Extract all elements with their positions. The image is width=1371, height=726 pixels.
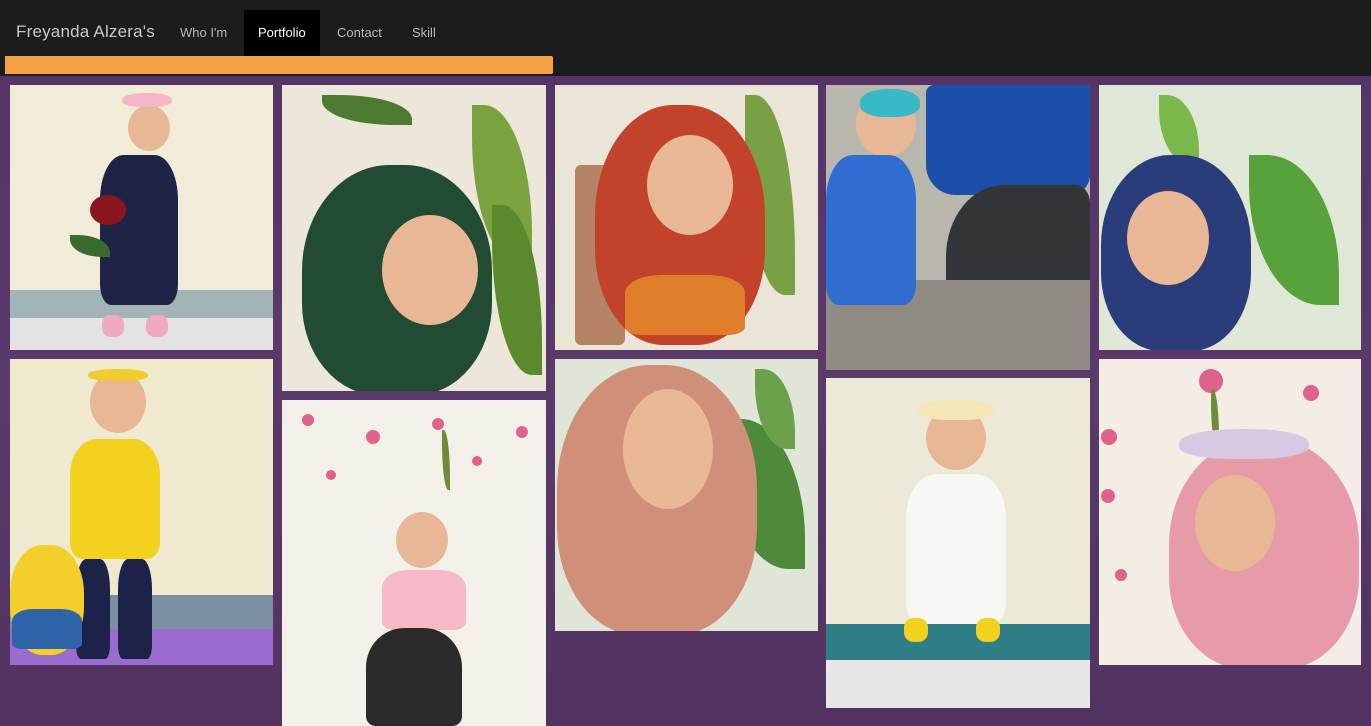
gallery-top-border: [0, 76, 1371, 84]
photo-baby-floral-hijab[interactable]: [1099, 85, 1361, 350]
photo-baby-yellow-jersey[interactable]: [10, 359, 273, 665]
photo-baby-motorcycle[interactable]: [826, 85, 1090, 370]
photo-baby-white-outfit[interactable]: [826, 378, 1090, 708]
nav-who-im[interactable]: Who I'm: [166, 10, 241, 56]
photo-baby-green-hijab[interactable]: [282, 85, 546, 391]
scroll-progress-bar: [5, 56, 1371, 74]
photo-baby-striped-hijab[interactable]: [555, 85, 818, 350]
photo-baby-bunny-ears-roses[interactable]: [10, 85, 273, 350]
photo-baby-peach-hijab[interactable]: [555, 359, 818, 631]
scroll-progress-fill: [5, 56, 553, 74]
nav-skill[interactable]: Skill: [398, 10, 450, 56]
photo-baby-pink-hijab-flowers[interactable]: [1099, 359, 1361, 665]
photo-baby-pink-shirt-flowers[interactable]: [282, 400, 546, 726]
brand-title[interactable]: Freyanda Alzera's: [16, 22, 155, 42]
nav-portfolio[interactable]: Portfolio: [244, 10, 320, 56]
top-navbar: Freyanda Alzera's Who I'm Portfolio Cont…: [0, 0, 1371, 76]
nav-contact[interactable]: Contact: [323, 10, 396, 56]
